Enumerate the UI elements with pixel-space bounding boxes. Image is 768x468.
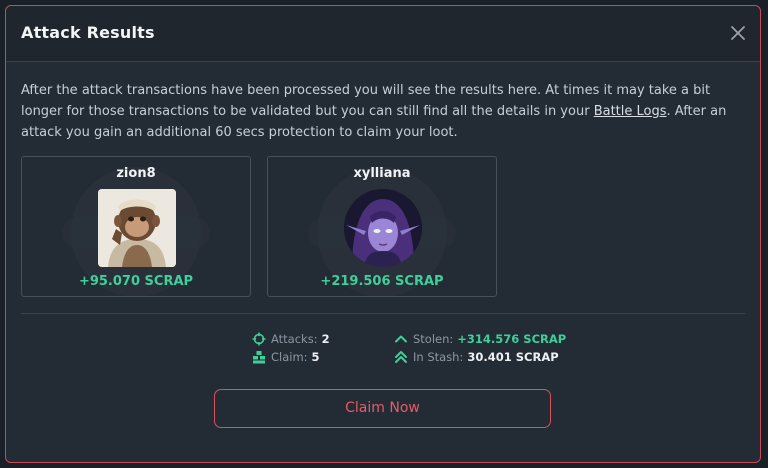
- chevron-up-icon: [395, 335, 407, 343]
- player-name: zion8: [116, 166, 156, 181]
- claim-stat: Claim: 5: [252, 348, 330, 366]
- crosshair-icon: [252, 332, 266, 346]
- double-chevron-up-icon: [395, 351, 407, 363]
- battle-logs-link[interactable]: Battle Logs: [594, 104, 667, 119]
- stolen-value: +314.576 SCRAP: [457, 332, 567, 346]
- claim-value: 5: [311, 350, 320, 364]
- modal-title: Attack Results: [21, 23, 155, 42]
- divider: [21, 313, 745, 314]
- reward-amount: +219.506 SCRAP: [320, 274, 444, 289]
- intro-text: After the attack transactions have been …: [21, 80, 747, 143]
- result-card-xylliana: xylliana +219.506 SCRAP: [267, 156, 497, 297]
- player-name: xylliana: [353, 166, 411, 181]
- claim-now-button[interactable]: Claim Now: [214, 389, 551, 428]
- modal-header: Attack Results: [6, 6, 760, 62]
- stolen-label: Stolen:: [413, 332, 454, 346]
- close-icon: [731, 26, 745, 40]
- stash-stat: In Stash: 30.401 SCRAP: [394, 348, 566, 366]
- attacks-value: 2: [321, 332, 330, 346]
- attacks-label: Attacks:: [271, 332, 318, 346]
- monkey-avatar: [98, 189, 176, 267]
- claim-label: Claim:: [271, 350, 308, 364]
- reward-amount: +95.070 SCRAP: [78, 274, 194, 289]
- stash-value: 30.401 SCRAP: [467, 350, 559, 364]
- blocks-icon: [253, 351, 265, 364]
- stats-right: Stolen: +314.576 SCRAP In Stash: 30.401 …: [394, 330, 566, 366]
- result-card-zion8: zion8 +95.070 SCRAP: [21, 156, 251, 297]
- stolen-stat: Stolen: +314.576 SCRAP: [394, 330, 566, 348]
- attacks-stat: Attacks: 2: [252, 330, 330, 348]
- attack-results-modal: Attack Results After the attack transact…: [5, 5, 761, 463]
- elf-avatar: [344, 189, 422, 267]
- close-button[interactable]: [728, 23, 748, 43]
- stash-label: In Stash:: [413, 350, 464, 364]
- stats-left: Attacks: 2 Claim: 5: [252, 330, 330, 366]
